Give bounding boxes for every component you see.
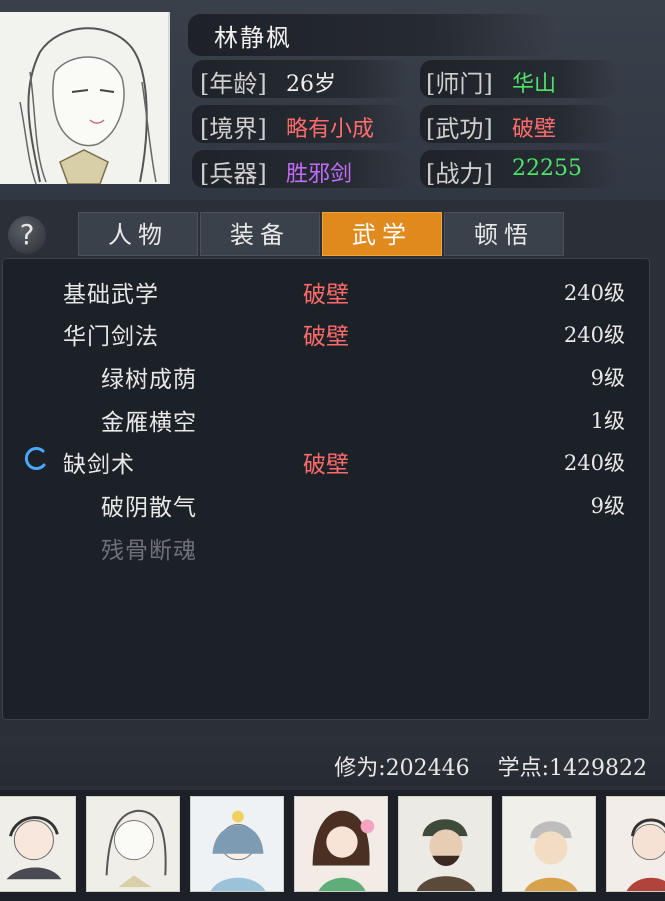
skill-name: 绿树成荫 [101, 367, 197, 393]
skill-row[interactable]: 绿树成荫 9级 [3, 352, 649, 394]
party-member-4[interactable] [294, 796, 388, 892]
skill-level: 240级 [563, 451, 625, 475]
skill-name: 基础武学 [63, 282, 159, 308]
weapon-value[interactable]: 胜邪剑 [286, 156, 352, 188]
tab-character[interactable]: 人物 [78, 212, 198, 256]
tab-martial-arts[interactable]: 武学 [322, 212, 442, 256]
martial-label: [武功] [426, 115, 493, 143]
loading-spinner-icon [24, 447, 46, 470]
character-portrait-7-icon [607, 797, 665, 891]
skill-row[interactable]: 缺剑术 破壁 240级 [3, 437, 649, 479]
power-value: 22255 [512, 156, 582, 181]
party-member-5[interactable] [398, 796, 492, 892]
skill-row[interactable]: 破阴散气 9级 [3, 480, 649, 522]
character-portrait-5-icon [399, 797, 491, 891]
cultivation-value: 修为:202446 [334, 756, 470, 781]
sect-label: [师门] [426, 70, 493, 98]
skill-level: 240级 [563, 323, 625, 347]
party-member-3[interactable] [190, 796, 284, 892]
party-member-7[interactable] [606, 796, 665, 892]
weapon-label: [兵器] [200, 160, 267, 188]
age-value: 26岁 [286, 72, 336, 97]
party-member-2[interactable] [86, 796, 180, 892]
tab-bar: 人物 装备 武学 顿悟 [78, 212, 564, 256]
skill-level: 9级 [590, 494, 625, 518]
party-strip [0, 790, 665, 901]
skill-tier: 破壁 [303, 452, 349, 478]
party-member-6[interactable] [502, 796, 596, 892]
martial-value: 破壁 [512, 117, 557, 142]
question-icon[interactable]: ? [8, 216, 46, 254]
skill-tier: 破壁 [303, 324, 349, 350]
skill-row[interactable]: 基础武学 破壁 240级 [3, 267, 649, 309]
realm-label: [境界] [200, 115, 267, 143]
skill-row[interactable]: 金雁横空 1级 [3, 395, 649, 437]
character-portrait-1-icon [0, 797, 75, 891]
portrait-sketch-icon [0, 12, 168, 184]
power-label: [战力] [426, 160, 493, 188]
character-name: 林静枫 [214, 24, 292, 52]
skill-level: 240级 [563, 281, 625, 305]
skill-tier: 破壁 [303, 282, 349, 308]
party-member-1[interactable] [0, 796, 76, 892]
tab-enlightenment[interactable]: 顿悟 [444, 212, 564, 256]
character-portrait-4-icon [295, 797, 387, 891]
skill-name: 残骨断魂 [101, 538, 197, 564]
skills-panel: 基础武学 破壁 240级 华门剑法 破壁 240级 绿树成荫 9级 金雁横空 1… [2, 258, 650, 720]
skill-name: 缺剑术 [63, 452, 135, 478]
character-portrait-3-icon [191, 797, 283, 891]
sect-value: 华山 [512, 72, 557, 97]
tab-equipment[interactable]: 装备 [200, 212, 320, 256]
character-portrait-6-icon [503, 797, 595, 891]
skill-name: 破阴散气 [101, 495, 197, 521]
skill-level: 1级 [590, 409, 625, 433]
study-points-value: 学点:1429822 [497, 756, 647, 781]
age-label: [年龄] [200, 70, 267, 98]
skill-row[interactable]: 残骨断魂 [3, 523, 649, 565]
skill-row[interactable]: 华门剑法 破壁 240级 [3, 309, 649, 351]
character-portrait [0, 12, 170, 184]
cultivation-stats: 修为:202446 学点:1429822 [334, 750, 647, 782]
character-portrait-2-icon [87, 797, 179, 891]
skill-level: 9级 [590, 366, 625, 390]
skill-name: 金雁横空 [101, 410, 197, 436]
realm-value: 略有小成 [286, 117, 375, 142]
skill-name: 华门剑法 [63, 324, 159, 350]
